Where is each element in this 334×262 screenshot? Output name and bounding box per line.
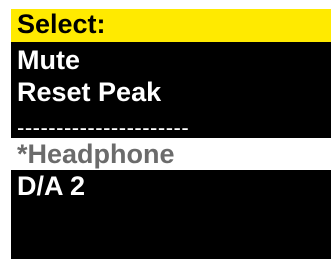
menu-item-mute[interactable]: Mute: [11, 44, 331, 76]
select-menu-panel: Select: Mute Reset Peak ----------------…: [11, 9, 331, 259]
menu-item-label: Mute: [17, 45, 80, 75]
menu-item-reset-peak[interactable]: Reset Peak: [11, 76, 331, 108]
menu-item-label: Reset Peak: [17, 77, 162, 107]
menu-title-bar: Select:: [11, 9, 331, 42]
display-screen: Select: Mute Reset Peak ----------------…: [0, 0, 334, 262]
menu-title: Select:: [17, 9, 106, 39]
menu-item-label: D/A 2: [17, 171, 86, 201]
menu-item-label: *Headphone: [17, 139, 175, 169]
menu-item-headphone[interactable]: *Headphone: [11, 138, 331, 170]
menu-item-da2[interactable]: D/A 2: [11, 170, 331, 202]
